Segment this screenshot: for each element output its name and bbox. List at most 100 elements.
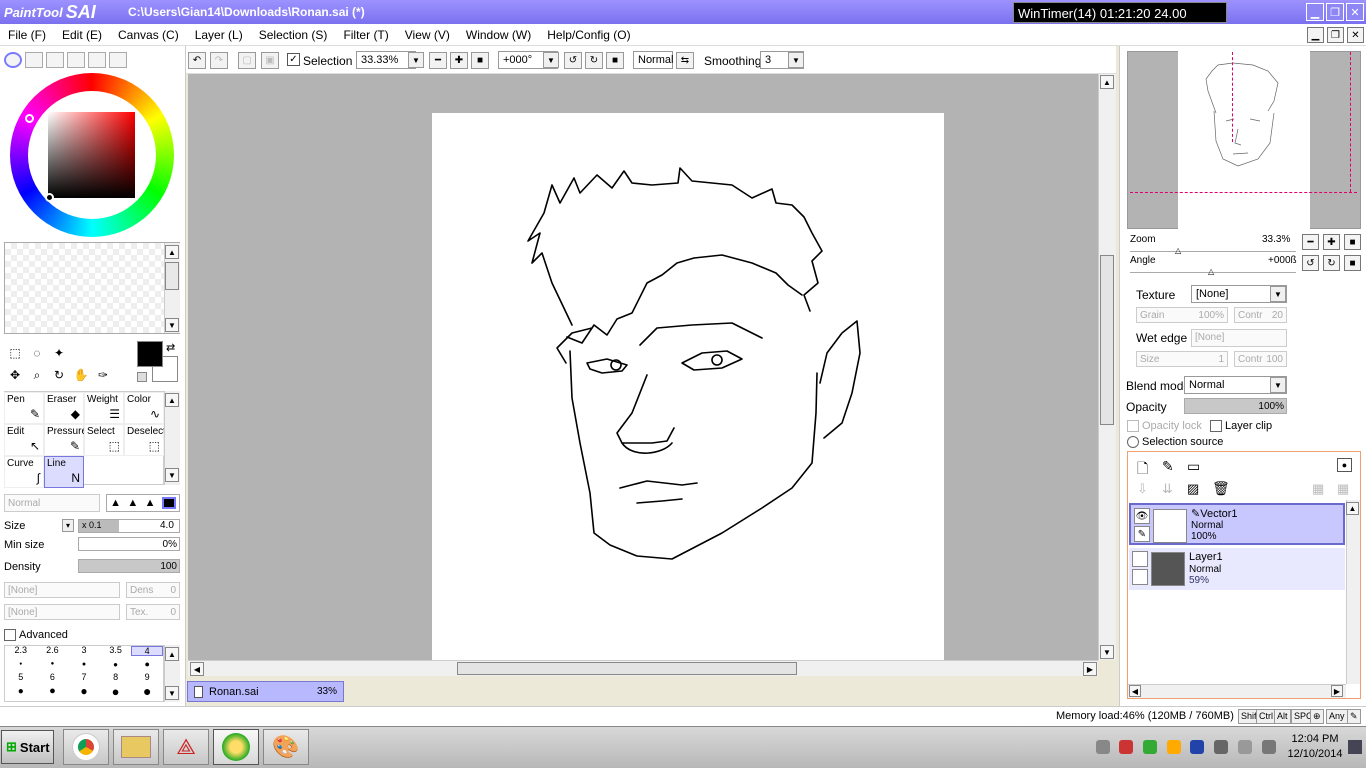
tool-line[interactable]: Line N [44, 456, 84, 488]
we-size-field[interactable]: Size 1 [1136, 351, 1228, 367]
view-mode-select[interactable]: Normal [633, 51, 673, 69]
opacity-lock-checkbox[interactable] [1127, 420, 1139, 432]
palette-tab-icon[interactable] [88, 52, 106, 68]
rotate-icon[interactable]: ↻ [50, 366, 68, 384]
brush-shape-select[interactable]: [None] [4, 604, 120, 620]
taskbar-ccleaner[interactable]: ⟁ [163, 729, 209, 765]
rotate-right-icon[interactable]: ↻ [585, 52, 603, 69]
canvas-scroll-down-icon[interactable]: ▼ [1100, 645, 1114, 659]
brush-scroll-down-icon[interactable]: ▼ [165, 686, 179, 700]
nav-rotate-right-icon[interactable]: ↻ [1323, 255, 1340, 271]
rect-select-icon[interactable]: ⬚ [6, 344, 24, 362]
tool-edit[interactable]: Edit ↖ [4, 424, 44, 456]
tray-device-icon[interactable] [1214, 740, 1228, 754]
taskbar-paint[interactable]: 🎨 [263, 729, 309, 765]
brush-size-7[interactable]: 7 [68, 672, 100, 684]
brush-size-3-5[interactable]: 3.5 [100, 646, 132, 656]
dens-field[interactable]: Dens 0 [126, 582, 180, 598]
shape-soft-icon[interactable]: ▲ [110, 497, 121, 509]
maximize-button[interactable]: ❐ [1326, 3, 1344, 21]
brush-scroll-up-icon[interactable]: ▲ [165, 647, 179, 661]
wetedge-select[interactable]: [None] [1191, 329, 1287, 347]
taskbar-explorer[interactable] [113, 729, 159, 765]
layer-option1-icon[interactable]: ▦ [1312, 481, 1324, 497]
nav-angle-handle[interactable]: △ [1208, 267, 1214, 276]
tool-color[interactable]: Color ∿ [124, 392, 164, 424]
tray-power-icon[interactable] [1167, 740, 1181, 754]
layer-row-layer1[interactable]: Layer1 Normal 59% [1129, 548, 1345, 590]
canvas-hscroll-thumb[interactable] [457, 662, 797, 675]
lasso-icon[interactable]: ◌ [28, 344, 46, 362]
layer-scroll-up-icon[interactable]: ▲ [1346, 502, 1359, 515]
rgb-slider-tab-icon[interactable] [25, 52, 43, 68]
canvas-vscroll-thumb[interactable] [1100, 255, 1114, 425]
merge-down-icon[interactable]: ⇊ [1162, 481, 1173, 497]
canvas-scroll-up-icon[interactable]: ▲ [1100, 75, 1114, 89]
tool-scroll-down-icon[interactable]: ▼ [165, 468, 179, 482]
nav-zoom-in-icon[interactable]: ✚ [1323, 234, 1340, 250]
close-button[interactable]: ✕ [1346, 3, 1364, 21]
undo-icon[interactable]: ↶ [188, 52, 206, 69]
primary-color-swatch-front[interactable] [137, 341, 163, 367]
doc-restore-button[interactable]: ❐ [1327, 27, 1344, 43]
eyedropper-icon[interactable]: ✑ [94, 366, 112, 384]
rotate-reset-icon[interactable]: ■ [606, 52, 624, 69]
swatches-tab-icon[interactable] [67, 52, 85, 68]
blend-mode-dropdown-icon[interactable]: ▼ [1270, 377, 1286, 393]
density-slider[interactable]: 100 [78, 559, 180, 573]
brush-texture-select[interactable]: [None] [4, 582, 120, 598]
zoom-out-icon[interactable]: ━ [429, 52, 447, 69]
zoom-in-icon[interactable]: ✚ [450, 52, 468, 69]
tool-scroll-up-icon[interactable]: ▲ [165, 393, 179, 407]
lock-pen-icon[interactable]: ✎ [1134, 526, 1150, 542]
brush-size-2-6[interactable]: 2.6 [37, 646, 69, 656]
layer-hscrollbar[interactable] [1128, 684, 1346, 698]
angle-dropdown-icon[interactable]: ▼ [543, 52, 559, 68]
taskbar-chrome[interactable] [63, 729, 109, 765]
menu-layer[interactable]: Layer (L) [187, 28, 251, 42]
brush-size-2-3[interactable]: 2.3 [5, 646, 37, 656]
swap-colors-icon[interactable]: ⇄ [166, 341, 175, 354]
tray-network-icon[interactable] [1096, 740, 1110, 754]
layer-vscrollbar[interactable] [1346, 500, 1360, 684]
size-mult-dropdown[interactable]: ▾ [62, 519, 74, 532]
visibility-eye-icon[interactable]: 👁 [1134, 508, 1150, 524]
texture-dropdown-icon[interactable]: ▼ [1270, 286, 1286, 302]
tray-bluetooth-icon[interactable] [1190, 740, 1204, 754]
menu-selection[interactable]: Selection (S) [251, 28, 336, 42]
scroll-up-icon[interactable]: ▲ [165, 245, 179, 259]
hsv-slider-tab-icon[interactable] [46, 52, 64, 68]
selection-checkbox[interactable]: ✓ [287, 53, 300, 66]
scratchpad-tab-icon[interactable] [109, 52, 127, 68]
magic-wand-icon[interactable]: ✦ [50, 344, 68, 362]
brush-size-6[interactable]: 6 [37, 672, 69, 684]
menu-canvas[interactable]: Canvas (C) [110, 28, 187, 42]
layer-scroll-right-icon[interactable]: ▶ [1331, 685, 1343, 697]
hand-icon[interactable]: ✋ [72, 366, 90, 384]
invert-selection-icon[interactable]: ▣ [261, 52, 279, 69]
color-wheel-tab-icon[interactable] [4, 52, 22, 68]
start-button[interactable]: ⊞ Start [1, 730, 54, 764]
brush-size-5[interactable]: 5 [5, 672, 37, 684]
new-vector-layer-icon[interactable]: ✎ [1162, 458, 1174, 475]
shape-hard-icon[interactable]: ▲ [145, 497, 156, 509]
menu-filter[interactable]: Filter (T) [335, 28, 396, 42]
tray-update-icon[interactable] [1143, 740, 1157, 754]
menu-view[interactable]: View (V) [397, 28, 458, 42]
contr-field[interactable]: Contr 20 [1234, 307, 1287, 323]
tray-security-icon[interactable] [1119, 740, 1133, 754]
saturation-value-square[interactable] [48, 112, 135, 198]
tool-deselect[interactable]: Deselect ⬚ [124, 424, 166, 456]
scrollbar-thumb[interactable] [165, 262, 179, 290]
tool-curve[interactable]: Curve ∫ [4, 456, 44, 488]
opacity-slider[interactable]: 100% [1184, 398, 1287, 414]
nav-zoom-out-icon[interactable]: ━ [1302, 234, 1319, 250]
new-folder-icon[interactable]: ▭ [1187, 458, 1200, 475]
visibility-checkbox[interactable] [1132, 551, 1148, 567]
lock-checkbox[interactable] [1132, 569, 1148, 585]
tex-field[interactable]: Tex. 0 [126, 604, 180, 620]
tool-pen[interactable]: Pen ✎ [4, 392, 44, 424]
layer-option2-icon[interactable]: ▦ [1337, 481, 1349, 497]
brush-size-8[interactable]: 8 [100, 672, 132, 684]
menu-edit[interactable]: Edit (E) [54, 28, 110, 42]
